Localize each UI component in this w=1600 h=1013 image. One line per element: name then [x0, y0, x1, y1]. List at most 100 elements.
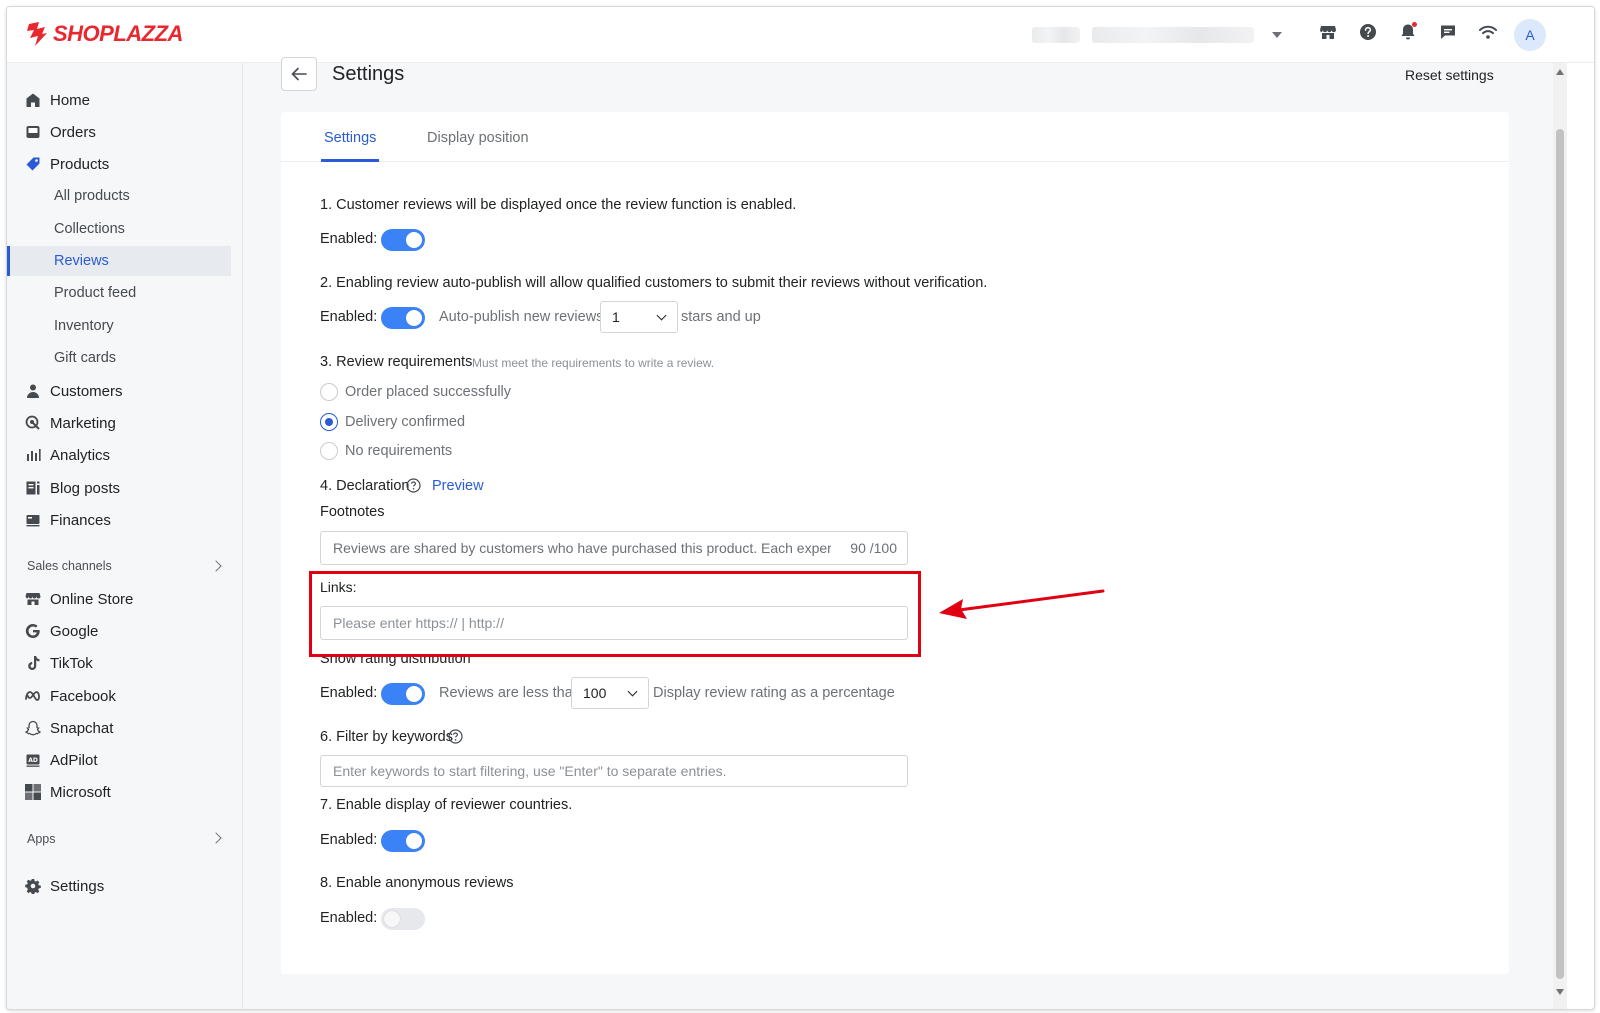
wifi-icon[interactable] — [1477, 21, 1499, 43]
sidebar-item-reviews[interactable]: Reviews — [7, 246, 231, 276]
preview-link[interactable]: Preview — [432, 478, 484, 494]
sidebar-item-microsoft[interactable]: Microsoft — [7, 777, 231, 807]
tiktok-icon — [24, 654, 42, 672]
scrollbar-thumb[interactable] — [1556, 129, 1564, 979]
marketing-icon — [24, 414, 42, 432]
vertical-scrollbar[interactable] — [1553, 63, 1567, 1009]
reviews-less-than-label: Reviews are less than — [439, 685, 581, 701]
store-icon — [24, 590, 42, 608]
sidebar-item-analytics[interactable]: Analytics — [7, 440, 231, 470]
avatar[interactable]: A — [1514, 19, 1546, 51]
sidebar-item-blog-posts[interactable]: Blog posts — [7, 473, 231, 503]
sidebar-item-snapchat[interactable]: Snapchat — [7, 713, 231, 743]
auto-publish-label: Auto-publish new reviews — [439, 309, 604, 325]
min-stars-select[interactable]: 1 — [600, 301, 678, 333]
tab-settings[interactable]: Settings — [324, 130, 376, 146]
footnotes-input[interactable]: Reviews are shared by customers who have… — [320, 531, 908, 565]
snapchat-icon — [24, 719, 42, 737]
sidebar-item-orders[interactable]: Orders — [7, 117, 231, 147]
radio-delivery-confirmed[interactable] — [320, 413, 338, 431]
tab-bar: Settings Display position — [281, 112, 1509, 162]
help-circle-icon[interactable] — [406, 478, 421, 493]
sidebar-item-label: Collections — [54, 221, 125, 237]
rating-distribution-toggle[interactable] — [381, 683, 425, 705]
back-button[interactable] — [281, 57, 317, 91]
sidebar-item-collections[interactable]: Collections — [7, 214, 231, 244]
meta-icon — [24, 687, 42, 705]
brand-logo[interactable]: SHOPLAZZA — [25, 21, 183, 47]
sidebar-item-label: Products — [50, 155, 110, 173]
sidebar-item-finances[interactable]: Finances — [7, 505, 231, 535]
bell-icon[interactable] — [1397, 21, 1419, 43]
store-name-blurred — [1032, 27, 1080, 43]
sidebar-item-adpilot[interactable]: AD AdPilot — [7, 745, 231, 775]
help-circle-icon[interactable] — [448, 729, 463, 744]
anonymous-reviews-toggle[interactable] — [381, 908, 425, 930]
scroll-up-icon[interactable] — [1556, 69, 1564, 75]
min-stars-value: 1 — [612, 309, 620, 325]
orders-icon — [24, 123, 42, 141]
store-selector[interactable] — [1032, 27, 1282, 43]
tab-display-position[interactable]: Display position — [427, 130, 529, 146]
active-tab-indicator — [321, 159, 379, 162]
stars-suffix: stars and up — [681, 309, 761, 325]
enabled-label: Enabled: — [320, 910, 378, 926]
help-icon[interactable] — [1357, 21, 1379, 43]
reviewer-countries-toggle[interactable] — [381, 830, 425, 852]
enabled-label: Enabled: — [320, 832, 378, 848]
store-icon[interactable] — [1317, 21, 1339, 43]
links-highlight-box — [309, 571, 921, 657]
setting-7-description: 7. Enable display of reviewer countries. — [320, 797, 573, 813]
keyword-filter-placeholder: Enter keywords to start filtering, use "… — [333, 763, 727, 779]
page-title: Settings — [332, 63, 405, 85]
home-icon — [24, 91, 42, 109]
sidebar-item-home[interactable]: Home — [7, 85, 231, 115]
sidebar-item-label: TikTok — [50, 654, 93, 672]
chevron-right-icon[interactable] — [210, 560, 222, 572]
person-icon — [24, 382, 42, 400]
scroll-down-icon[interactable] — [1556, 989, 1564, 995]
top-icons — [1317, 21, 1499, 43]
finances-icon — [24, 511, 42, 529]
sidebar-item-label: Facebook — [50, 687, 116, 705]
chevron-right-icon[interactable] — [210, 832, 222, 844]
sidebar-item-settings[interactable]: Settings — [7, 871, 231, 901]
sidebar-item-marketing[interactable]: Marketing — [7, 408, 231, 438]
app-window: SHOPLAZZA A Home Orders Products All pro… — [6, 6, 1595, 1010]
sidebar-item-tiktok[interactable]: TikTok — [7, 648, 231, 678]
footnotes-counter: 90 /100 — [850, 540, 897, 556]
setting-4-description: 4. Declaration — [320, 478, 410, 494]
sidebar-item-label: Blog posts — [50, 479, 121, 497]
review-threshold-select[interactable]: 100 — [571, 677, 649, 709]
sidebar-item-gift-cards[interactable]: Gift cards — [7, 343, 231, 373]
annotation-arrow-icon — [939, 589, 1105, 619]
gear-icon — [24, 877, 42, 895]
top-bar: SHOPLAZZA A — [7, 7, 1594, 63]
radio-no-requirements[interactable] — [320, 442, 338, 460]
auto-publish-toggle[interactable] — [381, 307, 425, 329]
sidebar-item-label: Settings — [50, 877, 105, 895]
section-apps: Apps — [27, 832, 56, 846]
settings-card: Settings Display position 1. Customer re… — [281, 112, 1509, 974]
adpilot-icon: AD — [24, 751, 42, 769]
sidebar-item-customers[interactable]: Customers — [7, 376, 231, 406]
sidebar-item-products[interactable]: Products — [7, 149, 231, 179]
keyword-filter-input[interactable]: Enter keywords to start filtering, use "… — [320, 755, 908, 787]
sidebar-item-label: Finances — [50, 511, 111, 529]
sidebar-item-inventory[interactable]: Inventory — [7, 311, 231, 341]
enabled-label: Enabled: — [320, 309, 378, 325]
sidebar-item-google[interactable]: Google — [7, 616, 231, 646]
sidebar-item-product-feed[interactable]: Product feed — [7, 278, 231, 308]
sidebar-item-facebook[interactable]: Facebook — [7, 681, 231, 711]
sidebar-item-label: Marketing — [50, 414, 116, 432]
review-display-toggle[interactable] — [381, 229, 425, 251]
section-sales-channels: Sales channels — [27, 559, 112, 573]
svg-text:AD: AD — [28, 757, 38, 764]
sidebar-item-label: Google — [50, 622, 99, 640]
reset-settings-button[interactable]: Reset settings — [1405, 67, 1494, 83]
sidebar-item-all-products[interactable]: All products — [7, 181, 231, 211]
sidebar-item-online-store[interactable]: Online Store — [7, 584, 231, 614]
chat-icon[interactable] — [1437, 21, 1459, 43]
radio-order-placed[interactable] — [320, 383, 338, 401]
enabled-label: Enabled: — [320, 685, 378, 701]
